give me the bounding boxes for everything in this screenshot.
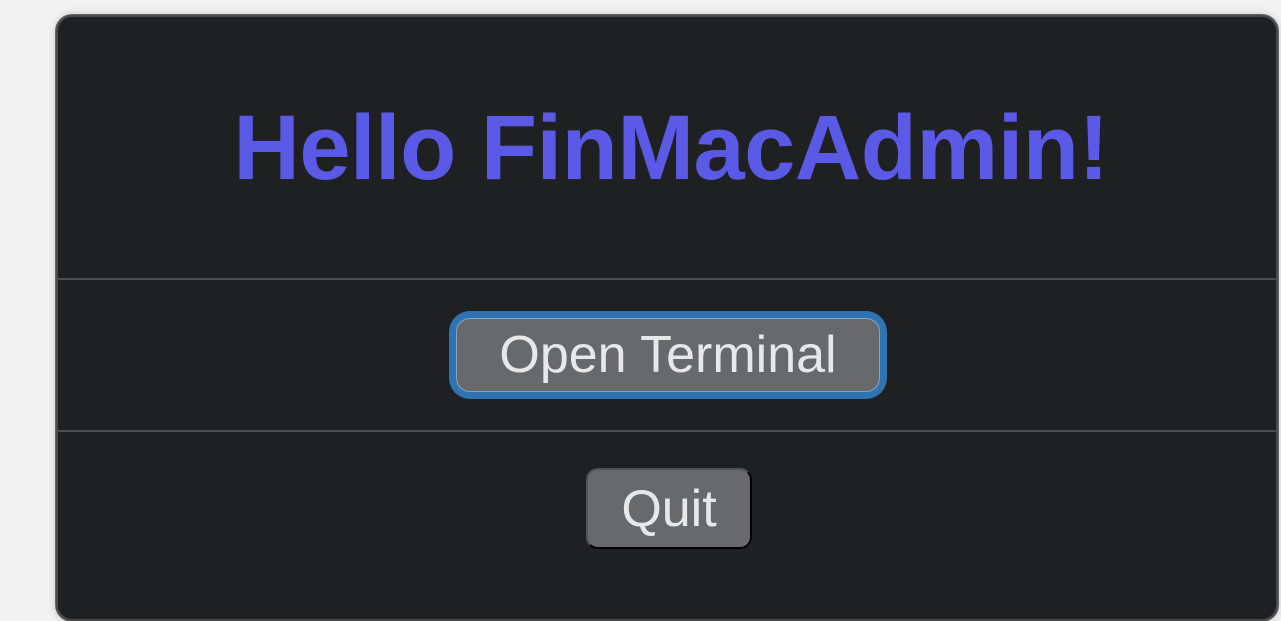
header-section: Hello FinMacAdmin! (58, 17, 1276, 279)
quit-button[interactable]: Quit (586, 468, 752, 549)
launcher-window: Hello FinMacAdmin! Open Terminal Quit (56, 15, 1278, 621)
greeting-title: Hello FinMacAdmin! (233, 97, 1109, 199)
open-terminal-button[interactable]: Open Terminal (456, 318, 880, 392)
bottom-divider (58, 430, 1276, 432)
top-divider (58, 278, 1276, 280)
